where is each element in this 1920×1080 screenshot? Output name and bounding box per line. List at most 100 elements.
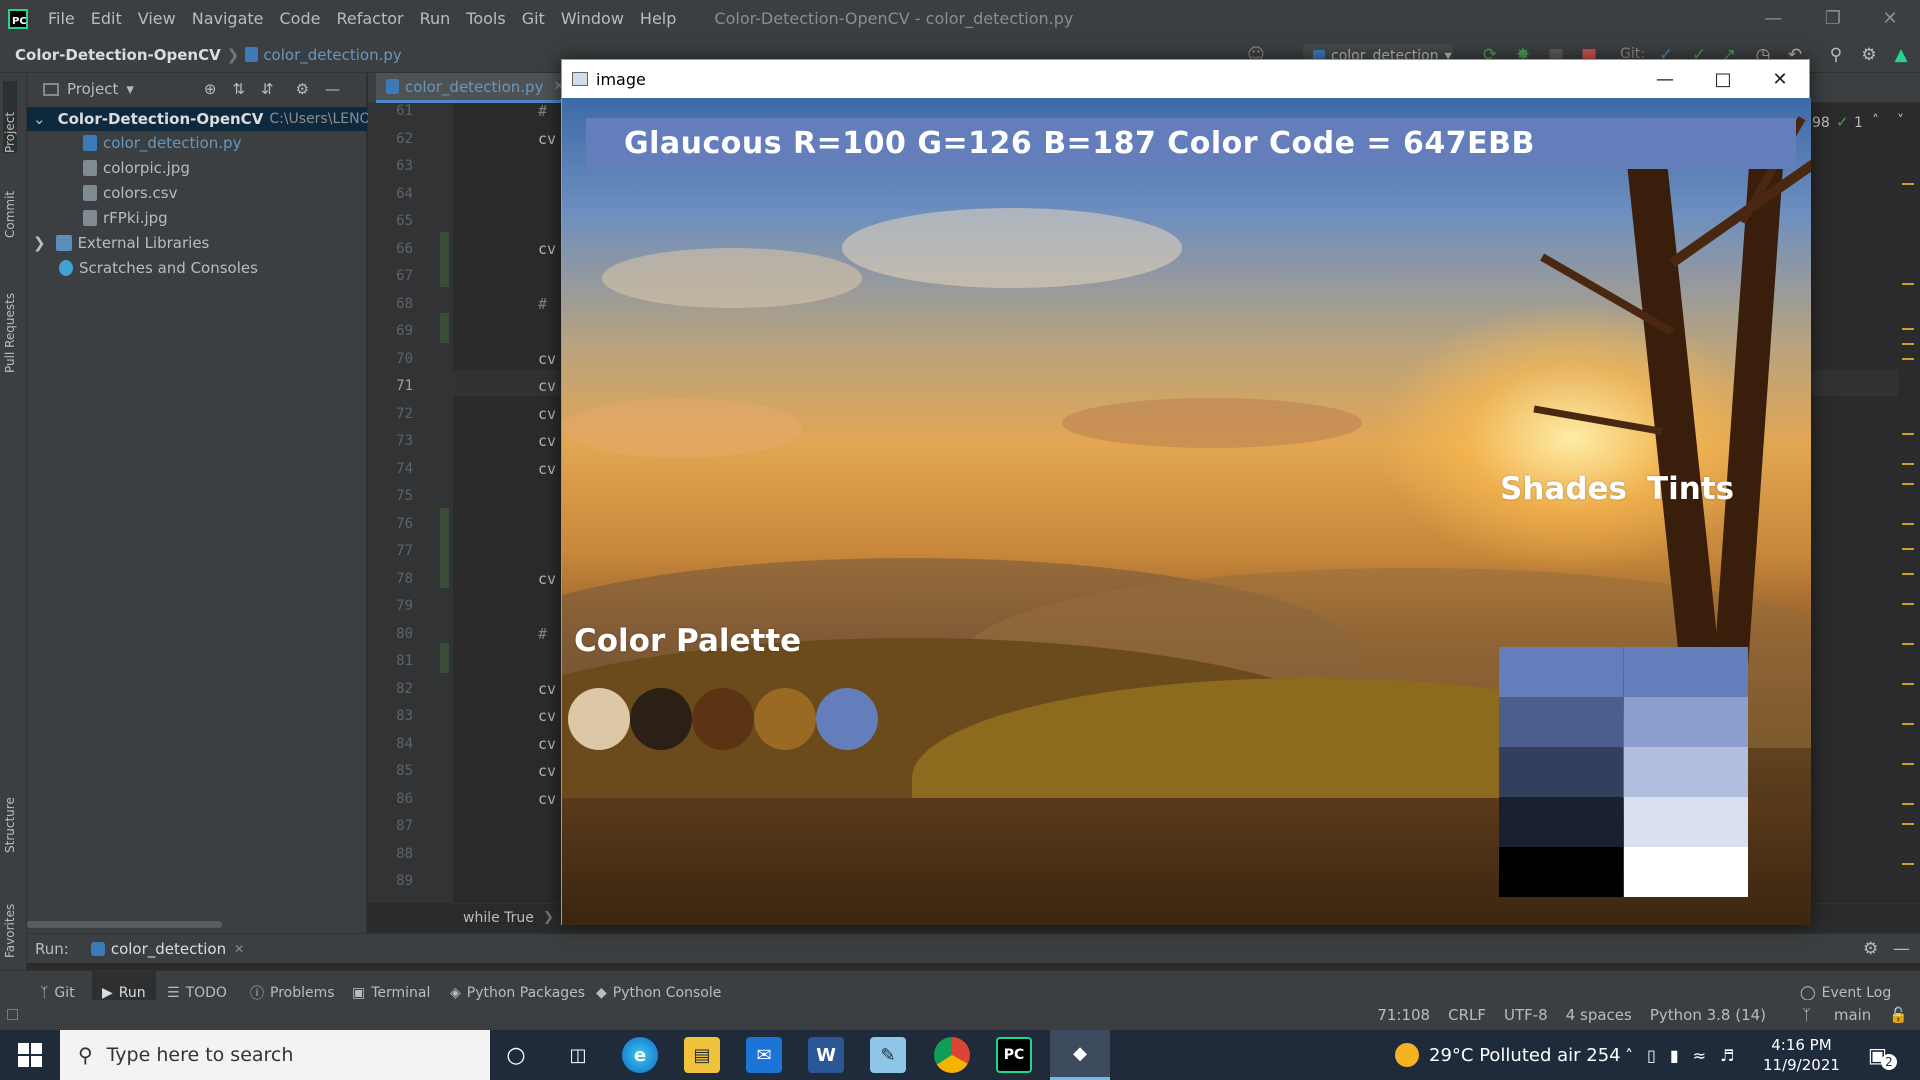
menu-view[interactable]: View — [130, 9, 184, 28]
image-window-titlebar[interactable]: image — □ ✕ — [562, 60, 1809, 98]
line-number[interactable]: 73 — [373, 433, 413, 449]
close-icon[interactable]: ✕ — [1862, 0, 1918, 37]
gear-icon[interactable]: ⚙ — [1863, 939, 1878, 959]
tab-favorites[interactable]: Favorites — [3, 883, 17, 958]
tint-swatch[interactable] — [1624, 847, 1748, 897]
menu-code[interactable]: Code — [272, 9, 329, 28]
windows-start-icon[interactable] — [18, 1043, 42, 1067]
breadcrumb-project[interactable]: Color-Detection-OpenCV — [15, 46, 221, 64]
hide-icon[interactable]: — — [325, 80, 340, 98]
indent-setting[interactable]: 4 spaces — [1566, 1006, 1632, 1024]
breadcrumb-file[interactable]: color_detection.py — [263, 46, 401, 64]
tree-file[interactable]: colors.csv — [83, 181, 177, 205]
error-stripe-marker[interactable] — [1902, 863, 1914, 865]
caret-position[interactable]: 71:108 — [1377, 1006, 1430, 1024]
horizontal-scrollbar[interactable] — [27, 921, 222, 928]
code-line[interactable]: # — [538, 625, 547, 643]
chevron-up-icon[interactable]: ˄ — [1872, 113, 1879, 129]
code-line[interactable]: cv — [538, 735, 556, 753]
notification-center[interactable]: ▣ 2 — [1868, 1030, 1897, 1080]
palette-swatch[interactable] — [754, 688, 816, 750]
search-icon[interactable]: ⚲ — [1825, 44, 1847, 66]
code-line[interactable]: cv — [538, 240, 556, 258]
line-number[interactable]: 62 — [373, 131, 413, 147]
edge-icon[interactable]: e — [622, 1037, 658, 1073]
line-number[interactable]: 69 — [373, 323, 413, 339]
line-number[interactable]: 70 — [373, 351, 413, 367]
notes-icon[interactable]: ✎ — [870, 1037, 906, 1073]
palette-swatch[interactable] — [630, 688, 692, 750]
error-stripe-marker[interactable] — [1902, 463, 1914, 465]
lock-icon[interactable]: 🔓 — [1889, 1006, 1908, 1024]
error-stripe-marker[interactable] — [1902, 643, 1914, 645]
error-stripe-marker[interactable] — [1902, 803, 1914, 805]
line-number[interactable]: 61 — [373, 103, 413, 119]
weather-widget[interactable]: 29°C Polluted air 254 — [1395, 1030, 1621, 1080]
line-number[interactable]: 89 — [373, 873, 413, 889]
code-line[interactable]: cv — [538, 460, 556, 478]
tab-structure[interactable]: Structure — [3, 773, 17, 853]
error-stripe-marker[interactable] — [1902, 723, 1914, 725]
shade-swatch[interactable] — [1499, 847, 1623, 897]
error-stripe-marker[interactable] — [1902, 548, 1914, 550]
line-number[interactable]: 66 — [373, 241, 413, 257]
code-line[interactable]: cv — [538, 790, 556, 808]
line-number[interactable]: 74 — [373, 461, 413, 477]
shade-swatch[interactable] — [1499, 647, 1623, 697]
git-branch[interactable]: ᛉ main — [1784, 1006, 1871, 1024]
shade-swatch[interactable] — [1499, 697, 1623, 747]
line-number[interactable]: 86 — [373, 791, 413, 807]
locate-icon[interactable]: ⊕ — [204, 80, 217, 98]
chevron-down-icon[interactable]: ˅ — [1897, 113, 1904, 129]
mail-icon[interactable]: ✉ — [746, 1037, 782, 1073]
tab-commit[interactable]: Commit — [3, 168, 17, 238]
code-line[interactable]: cv — [538, 432, 556, 450]
clock[interactable]: 4:16 PM 11/9/2021 — [1763, 1030, 1840, 1080]
collapse-all-icon[interactable]: ⇵ — [261, 80, 274, 98]
menu-edit[interactable]: Edit — [83, 9, 130, 28]
menu-tools[interactable]: Tools — [458, 9, 513, 28]
code-line[interactable]: cv — [538, 762, 556, 780]
line-number[interactable]: 77 — [373, 543, 413, 559]
line-number[interactable]: 85 — [373, 763, 413, 779]
file-explorer-icon[interactable]: ▤ — [684, 1037, 720, 1073]
line-separator[interactable]: CRLF — [1448, 1006, 1486, 1024]
line-number[interactable]: 79 — [373, 598, 413, 614]
shade-swatch[interactable] — [1499, 797, 1623, 847]
error-stripe-marker[interactable] — [1902, 603, 1914, 605]
menu-window[interactable]: Window — [553, 9, 632, 28]
error-stripe-marker[interactable] — [1902, 523, 1914, 525]
line-number[interactable]: 78 — [373, 571, 413, 587]
tree-file[interactable]: colorpic.jpg — [83, 156, 190, 180]
error-stripe-marker[interactable] — [1902, 433, 1914, 435]
code-breadcrumb[interactable]: while True — [463, 910, 534, 926]
shade-swatch[interactable] — [1499, 747, 1623, 797]
chevron-down-icon[interactable]: ▾ — [126, 80, 134, 98]
line-number[interactable]: 80 — [373, 626, 413, 642]
line-number[interactable]: 88 — [373, 846, 413, 862]
error-stripe-marker[interactable] — [1902, 358, 1914, 360]
line-number[interactable]: 81 — [373, 653, 413, 669]
tab-project[interactable]: Project — [3, 81, 17, 153]
error-stripe-marker[interactable] — [1902, 763, 1914, 765]
tree-scratches[interactable]: Scratches and Consoles — [59, 256, 258, 280]
error-stripe-marker[interactable] — [1902, 823, 1914, 825]
tree-root[interactable]: ⌄ Color-Detection-OpenCV C:\Users\LENOV — [27, 107, 380, 131]
editor-tab[interactable]: color_detection.py ✕ — [376, 73, 575, 103]
code-line[interactable]: cv — [538, 707, 556, 725]
code-line[interactable]: # — [538, 102, 547, 120]
python-window-taskbar-icon[interactable]: ◆ — [1050, 1030, 1110, 1080]
close-tab-icon[interactable]: ✕ — [234, 942, 244, 956]
file-encoding[interactable]: UTF-8 — [1504, 1006, 1548, 1024]
tint-swatch[interactable] — [1624, 647, 1748, 697]
image-canvas[interactable]: Glaucous R=100 G=126 B=187 Color Code = … — [562, 98, 1811, 925]
code-line[interactable]: cv — [538, 377, 556, 395]
line-number[interactable]: 87 — [373, 818, 413, 834]
palette-swatch[interactable] — [816, 688, 878, 750]
tint-swatch[interactable] — [1624, 697, 1748, 747]
code-line[interactable]: cv — [538, 680, 556, 698]
hide-icon[interactable]: — — [1893, 939, 1910, 959]
code-line[interactable]: cv — [538, 130, 556, 148]
taskbar-search[interactable]: ⚲ Type here to search — [60, 1030, 490, 1080]
line-number[interactable]: 75 — [373, 488, 413, 504]
